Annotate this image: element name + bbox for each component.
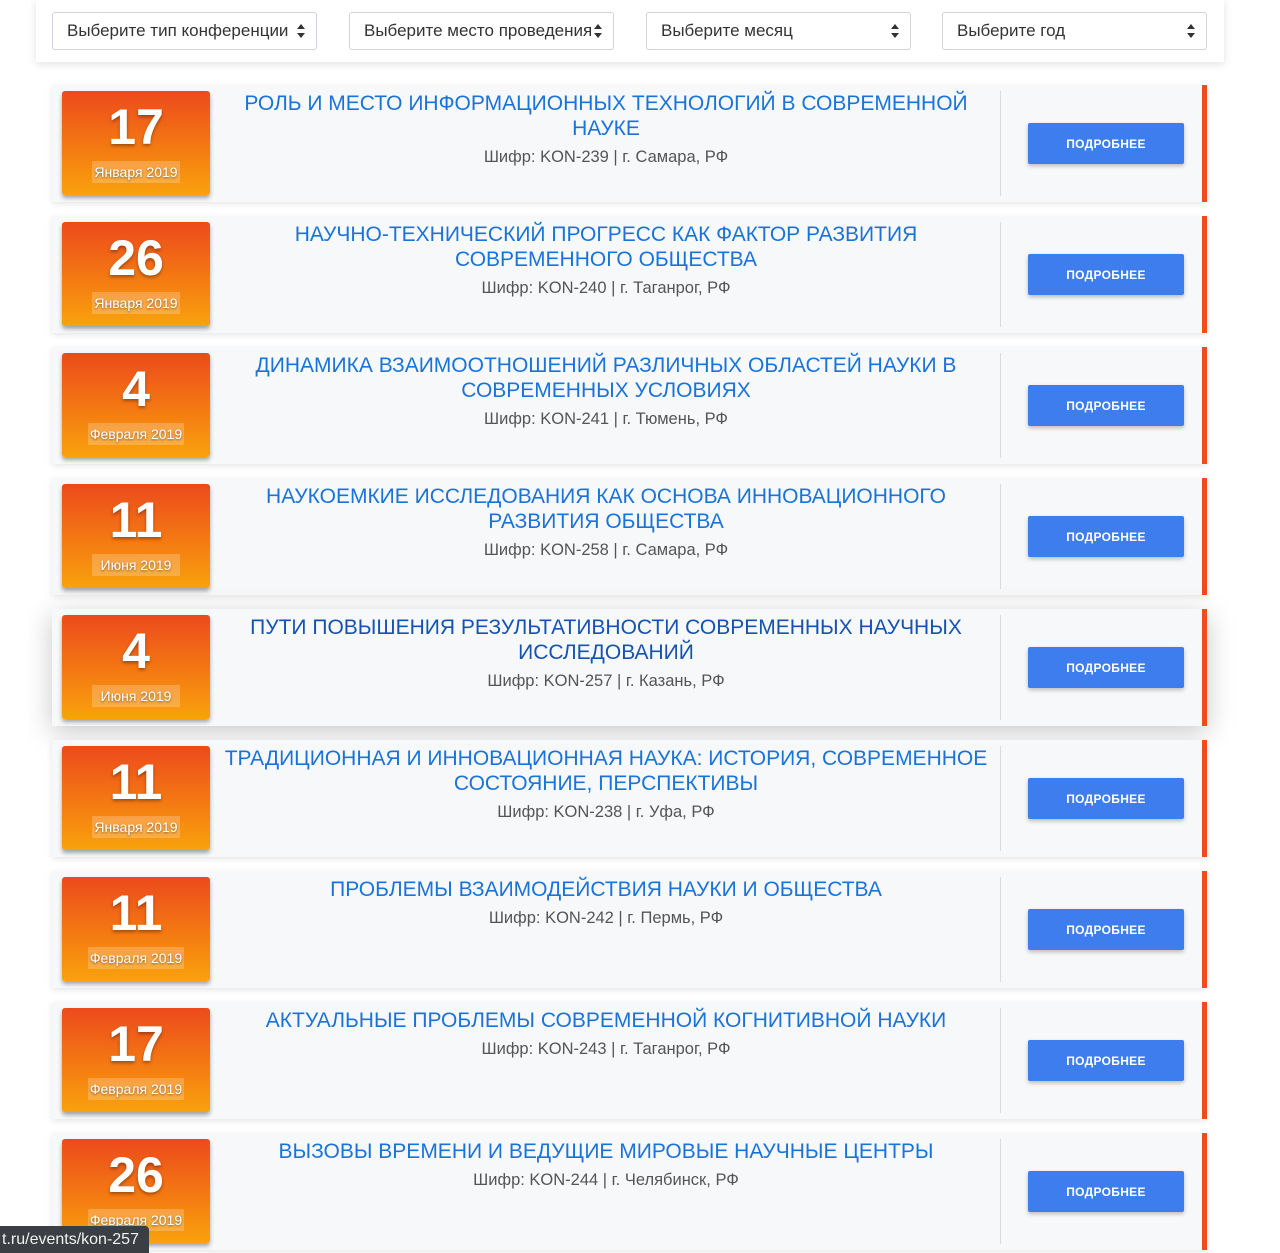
conference-title-link[interactable]: ПУТИ ПОВЫШЕНИЯ РЕЗУЛЬТАТИВНОСТИ СОВРЕМЕН… [222,615,990,665]
date-badge: 26 Января 2019 [62,222,210,326]
details-button[interactable]: ПОДРОБНЕЕ [1028,1040,1184,1081]
date-day: 17 [108,99,164,155]
date-badge: 11 Января 2019 [62,746,210,850]
divider [1000,1139,1001,1244]
status-bar-url: t.ru/events/kon-257 [0,1226,149,1253]
date-badge: 11 Июня 2019 [62,484,210,588]
month-select[interactable]: Выберите месяц [646,12,911,50]
details-button[interactable]: ПОДРОБНЕЕ [1028,909,1184,950]
conference-type-select-label: Выберите тип конференции [67,21,289,40]
divider [1000,484,1001,589]
year-select-label: Выберите год [957,21,1066,40]
date-day: 26 [108,1147,164,1203]
updown-chevron-icon [1187,24,1195,38]
date-day: 11 [109,754,163,810]
date-month-year: Января 2019 [92,292,180,314]
conference-meta: Шифр: KON-241 | г. Тюмень, РФ [484,410,728,428]
conference-card: 4 Февраля 2019 ДИНАМИКА ВЗАИМООТНОШЕНИЙ … [52,347,1207,464]
conference-card: 11 Января 2019 ТРАДИЦИОННАЯ И ИННОВАЦИОН… [52,740,1207,857]
date-badge: 4 Июня 2019 [62,615,210,719]
divider [1000,91,1001,196]
conference-title-link[interactable]: ПРОБЛЕМЫ ВЗАИМОДЕЙСТВИЯ НАУКИ И ОБЩЕСТВА [222,877,990,902]
date-badge: 17 Февраля 2019 [62,1008,210,1112]
details-button[interactable]: ПОДРОБНЕЕ [1028,1171,1184,1212]
date-month-year: Июня 2019 [92,554,180,576]
details-button[interactable]: ПОДРОБНЕЕ [1028,123,1184,164]
conference-title-link[interactable]: ВЫЗОВЫ ВРЕМЕНИ И ВЕДУЩИЕ МИРОВЫЕ НАУЧНЫЕ… [222,1139,990,1164]
conference-meta: Шифр: KON-243 | г. Таганрог, РФ [481,1040,731,1058]
date-badge: 17 Января 2019 [62,91,210,195]
conference-meta: Шифр: KON-240 | г. Таганрог, РФ [481,279,731,297]
month-select-label: Выберите месяц [661,21,793,40]
divider [1000,746,1001,851]
updown-chevron-icon [891,24,899,38]
year-select[interactable]: Выберите год [942,12,1207,50]
conference-card: 17 Февраля 2019 АКТУАЛЬНЫЕ ПРОБЛЕМЫ СОВР… [52,1002,1207,1119]
date-day: 26 [108,230,164,286]
updown-chevron-icon [297,24,305,38]
date-badge: 4 Февраля 2019 [62,353,210,457]
conference-meta: Шифр: KON-257 | г. Казань, РФ [487,672,725,690]
date-month-year: Января 2019 [92,161,180,183]
details-button[interactable]: ПОДРОБНЕЕ [1028,385,1184,426]
date-month-year: Февраля 2019 [88,1078,184,1100]
conference-title-link[interactable]: ДИНАМИКА ВЗАИМООТНОШЕНИЙ РАЗЛИЧНЫХ ОБЛАС… [222,353,990,403]
conference-title-link[interactable]: ТРАДИЦИОННАЯ И ИННОВАЦИОННАЯ НАУКА: ИСТО… [222,746,990,796]
date-month-year: Января 2019 [92,816,180,838]
divider [1000,222,1001,327]
conference-card: 4 Июня 2019 ПУТИ ПОВЫШЕНИЯ РЕЗУЛЬТАТИВНО… [52,609,1207,726]
conference-meta: Шифр: KON-239 | г. Самара, РФ [483,148,729,166]
details-button[interactable]: ПОДРОБНЕЕ [1028,647,1184,688]
venue-select-label: Выберите место проведения [364,21,593,40]
conference-meta: Шифр: KON-238 | г. Уфа, РФ [497,803,715,821]
filter-bar: Выберите тип конференции Выберите место … [36,0,1224,62]
details-button[interactable]: ПОДРОБНЕЕ [1028,778,1184,819]
conference-card: 17 Января 2019 РОЛЬ И МЕСТО ИНФОРМАЦИОНН… [52,85,1207,202]
conference-title-link[interactable]: РОЛЬ И МЕСТО ИНФОРМАЦИОННЫХ ТЕХНОЛОГИЙ В… [222,91,990,141]
date-day: 4 [122,361,150,417]
venue-select[interactable]: Выберите место проведения [349,12,614,50]
details-button[interactable]: ПОДРОБНЕЕ [1028,254,1184,295]
divider [1000,353,1001,458]
conference-meta: Шифр: KON-244 | г. Челябинск, РФ [473,1171,739,1189]
divider [1000,877,1001,982]
conference-card: 26 Февраля 2019 ВЫЗОВЫ ВРЕМЕНИ И ВЕДУЩИЕ… [52,1133,1207,1250]
conference-card: 26 Января 2019 НАУЧНО-ТЕХНИЧЕСКИЙ ПРОГРЕ… [52,216,1207,333]
conference-card: 11 Июня 2019 НАУКОЕМКИЕ ИССЛЕДОВАНИЯ КАК… [52,478,1207,595]
divider [1000,1008,1001,1113]
conference-title-link[interactable]: АКТУАЛЬНЫЕ ПРОБЛЕМЫ СОВРЕМЕННОЙ КОГНИТИВ… [222,1008,990,1033]
divider [1000,615,1001,720]
conference-title-link[interactable]: НАУКОЕМКИЕ ИССЛЕДОВАНИЯ КАК ОСНОВА ИННОВ… [222,484,990,534]
date-day: 4 [122,623,150,679]
conference-title-link[interactable]: НАУЧНО-ТЕХНИЧЕСКИЙ ПРОГРЕСС КАК ФАКТОР Р… [222,222,990,272]
details-button[interactable]: ПОДРОБНЕЕ [1028,516,1184,557]
date-day: 11 [109,885,163,941]
date-badge: 11 Февраля 2019 [62,877,210,981]
conference-card: 11 Февраля 2019 ПРОБЛЕМЫ ВЗАИМОДЕЙСТВИЯ … [52,871,1207,988]
date-month-year: Февраля 2019 [88,423,184,445]
date-month-year: Февраля 2019 [88,947,184,969]
date-month-year: Июня 2019 [92,685,180,707]
conference-meta: Шифр: KON-242 | г. Пермь, РФ [488,909,724,927]
date-day: 11 [109,492,163,548]
conference-type-select[interactable]: Выберите тип конференции [52,12,317,50]
date-day: 17 [108,1016,164,1072]
conference-meta: Шифр: KON-258 | г. Самара, РФ [483,541,729,559]
updown-chevron-icon [594,24,602,38]
